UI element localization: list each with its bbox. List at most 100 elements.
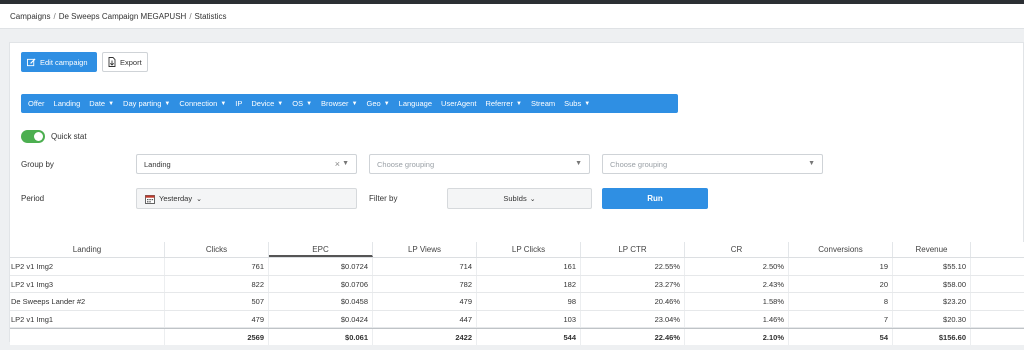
chevron-down-icon: ▼ bbox=[584, 100, 591, 107]
chevron-down-icon: ▼ bbox=[575, 160, 582, 167]
table-row[interactable]: De Sweeps Lander #2 507 $0.0458 479 98 20.46%… bbox=[10, 293, 1024, 311]
filter-offer[interactable]: Offer bbox=[28, 99, 45, 108]
column-header-conversions[interactable]: Conversions bbox=[789, 242, 893, 257]
table-cell: LP2 v1 Img2 bbox=[10, 258, 165, 275]
table-cell: 2.50% bbox=[685, 258, 789, 275]
period-value: Yesterday bbox=[159, 194, 193, 203]
total-cell: 2569 bbox=[165, 329, 269, 345]
filter-label: Offer bbox=[28, 99, 45, 108]
filter-landing[interactable]: Landing bbox=[54, 99, 81, 108]
filter-date[interactable]: Date ▼ bbox=[89, 99, 114, 108]
period-select[interactable]: Yesterday ⌄ bbox=[136, 188, 357, 209]
statistics-table: Landing Clicks EPC LP Views LP Clicks LP CTR C… bbox=[10, 242, 1024, 345]
table-row[interactable]: LP2 v1 Img3 822 $0.0706 782 182 23.27% 2.43% 20… bbox=[10, 275, 1024, 293]
table-cell: De Sweeps Lander #2 bbox=[10, 293, 165, 310]
chevron-down-icon: ⌄ bbox=[529, 195, 536, 203]
total-cell: 22.46% bbox=[581, 329, 685, 345]
group-by-placeholder-3: Choose grouping bbox=[610, 159, 668, 169]
group-by-select-2[interactable]: Choose grouping ▼ bbox=[369, 154, 590, 174]
statistics-panel: Edit campaign Export Offer Landing Date ▼ Da… bbox=[9, 42, 1024, 345]
breadcrumb-statistics: Statistics bbox=[194, 12, 227, 21]
breadcrumb-campaign[interactable]: De Sweeps Campaign MEGAPUSH bbox=[59, 12, 187, 21]
filter-os[interactable]: OS ▼ bbox=[292, 99, 312, 108]
column-header-landing[interactable]: Landing bbox=[10, 242, 165, 257]
run-button[interactable]: Run bbox=[602, 188, 708, 209]
table-cell: $58.00 bbox=[893, 275, 971, 292]
table-cell: LP2 v1 Img3 bbox=[10, 275, 165, 292]
column-header-epc[interactable]: EPC bbox=[269, 242, 373, 257]
chevron-down-icon: ▼ bbox=[342, 160, 349, 167]
filter-browser[interactable]: Browser ▼ bbox=[321, 99, 357, 108]
filter-by-select[interactable]: SubIds ⌄ bbox=[447, 188, 592, 209]
breadcrumb-campaigns[interactable]: Campaigns bbox=[10, 12, 50, 21]
table-cell: $55.10 bbox=[893, 258, 971, 275]
chevron-down-icon: ▼ bbox=[164, 100, 171, 107]
edit-campaign-button[interactable]: Edit campaign bbox=[21, 52, 97, 72]
table-cell: $0.0706 bbox=[269, 275, 373, 292]
filter-connection[interactable]: Connection ▼ bbox=[179, 99, 226, 108]
table-cell: 19 bbox=[789, 258, 893, 275]
filter-day-parting[interactable]: Day parting ▼ bbox=[123, 99, 170, 108]
table-cell: 7 bbox=[789, 310, 893, 327]
chevron-down-icon: ⌄ bbox=[196, 195, 202, 203]
filter-label: Date bbox=[89, 99, 106, 108]
chevron-down-icon: ▼ bbox=[306, 100, 313, 107]
filter-geo[interactable]: Geo ▼ bbox=[367, 99, 390, 108]
filter-device[interactable]: Device ▼ bbox=[251, 99, 283, 108]
table-cell: 822 bbox=[165, 275, 269, 292]
filter-referrer[interactable]: Referrer ▼ bbox=[485, 99, 521, 108]
column-header-cr[interactable]: CR bbox=[685, 242, 789, 257]
chevron-down-icon: ▼ bbox=[108, 100, 115, 107]
filter-label: Stream bbox=[530, 99, 556, 108]
edit-campaign-label: Edit campaign bbox=[40, 57, 88, 67]
table-cell: 714 bbox=[373, 258, 477, 275]
period-label: Period bbox=[21, 194, 45, 203]
filter-language[interactable]: Language bbox=[399, 99, 432, 108]
breadcrumb: Campaigns / De Sweeps Campaign MEGAPUSH / St… bbox=[0, 4, 1024, 29]
table-cell: 20 bbox=[789, 275, 893, 292]
group-by-value: Landing bbox=[144, 159, 171, 169]
filter-subs[interactable]: Subs ▼ bbox=[564, 99, 590, 108]
table-row[interactable]: LP2 v1 Img2 761 $0.0724 714 161 22.55% 2.50% 19… bbox=[10, 258, 1024, 276]
table-row[interactable]: LP2 v1 Img1 479 $0.0424 447 103 23.04% 1.46% 7 $… bbox=[10, 310, 1024, 328]
filter-label: Browser bbox=[321, 99, 349, 108]
quick-stat-toggle[interactable] bbox=[21, 130, 45, 143]
filter-label: IP bbox=[235, 99, 243, 108]
column-header-revenue[interactable]: Revenue bbox=[893, 242, 971, 257]
breadcrumb-separator: / bbox=[53, 12, 56, 21]
group-by-label: Group by bbox=[21, 160, 54, 169]
table-cell: $0.0458 bbox=[269, 293, 373, 310]
group-by-select-1[interactable]: Landing × ▼ bbox=[136, 154, 357, 174]
filter-useragent[interactable]: UserAgent bbox=[441, 99, 476, 108]
chevron-down-icon: ▼ bbox=[220, 100, 227, 107]
filter-label: Connection bbox=[179, 99, 218, 108]
table-cell: $23.20 bbox=[893, 293, 971, 310]
total-cell: $156.60 bbox=[893, 329, 971, 345]
table-cell: $20.30 bbox=[893, 310, 971, 327]
filter-label: Day parting bbox=[123, 99, 162, 108]
group-by-select-3[interactable]: Choose grouping ▼ bbox=[602, 154, 823, 174]
column-header-lp-views[interactable]: LP Views bbox=[373, 242, 477, 257]
column-header-lp-ctr[interactable]: LP CTR bbox=[581, 242, 685, 257]
table-cell: 507 bbox=[165, 293, 269, 310]
filter-by-value: SubIds bbox=[503, 194, 527, 203]
table-cell: 1.46% bbox=[685, 310, 789, 327]
total-cell: 2.10% bbox=[685, 329, 789, 345]
filter-ip[interactable]: IP bbox=[235, 99, 242, 108]
filter-stream[interactable]: Stream bbox=[531, 99, 555, 108]
filter-label: Device bbox=[251, 99, 275, 108]
export-button[interactable]: Export bbox=[102, 52, 148, 72]
filter-bar: Offer Landing Date ▼ Day parting ▼ Connection ▼… bbox=[21, 94, 678, 113]
chevron-down-icon: ▼ bbox=[383, 100, 390, 107]
column-header-clicks[interactable]: Clicks bbox=[165, 242, 269, 257]
total-cell: $0.061 bbox=[269, 329, 373, 345]
edit-icon bbox=[27, 57, 36, 66]
export-icon bbox=[108, 57, 116, 67]
clear-icon[interactable]: × bbox=[335, 159, 340, 169]
filter-label: Geo bbox=[366, 99, 381, 108]
filter-label: Referrer bbox=[485, 99, 513, 108]
filter-by-label: Filter by bbox=[369, 194, 398, 203]
table-cell: 8 bbox=[789, 293, 893, 310]
column-header-lp-clicks[interactable]: LP Clicks bbox=[477, 242, 581, 257]
table-cell: $0.0424 bbox=[269, 310, 373, 327]
